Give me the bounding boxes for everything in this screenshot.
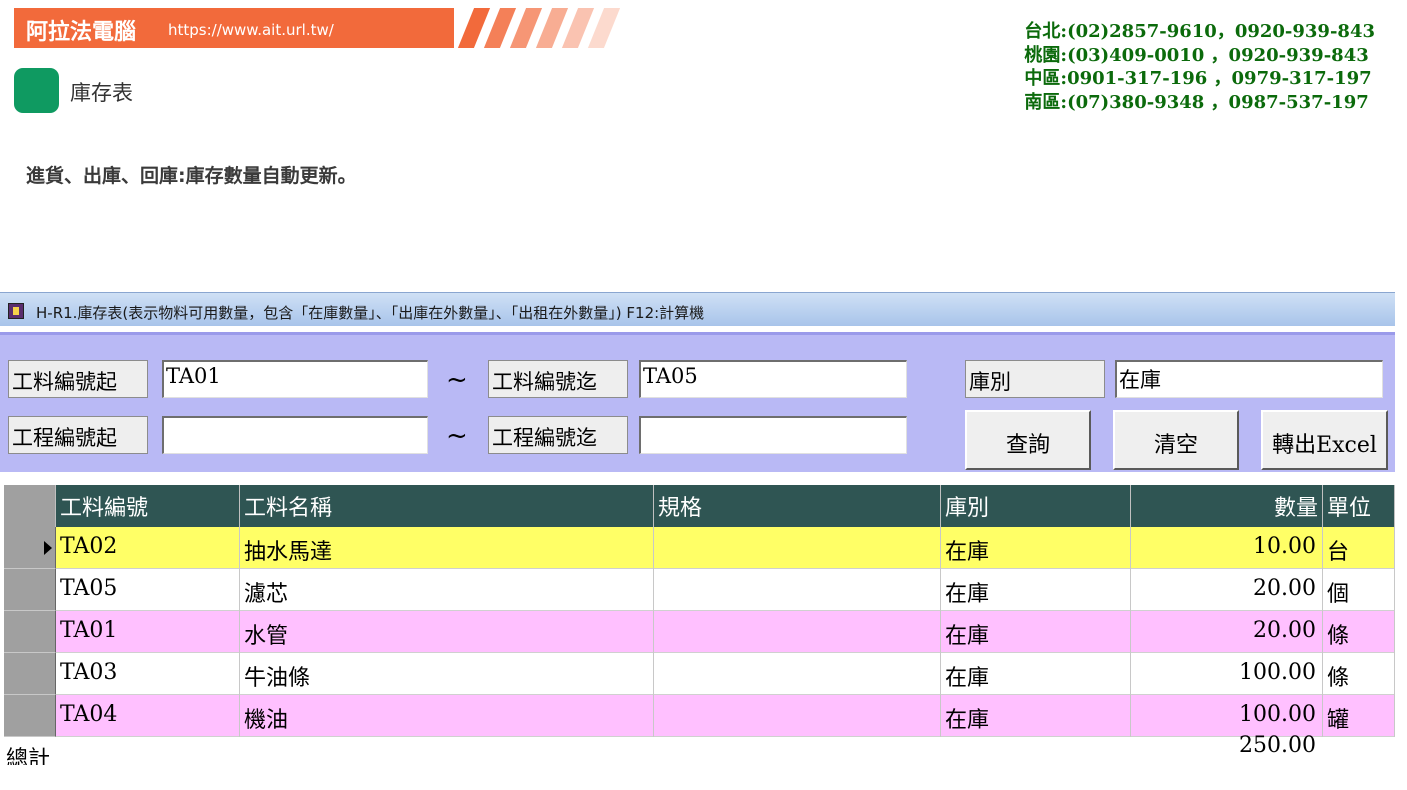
cell-warehouse[interactable]: 在庫 (941, 695, 1131, 737)
column-header-unit[interactable]: 單位 (1323, 485, 1395, 527)
cell-warehouse[interactable]: 在庫 (941, 611, 1131, 653)
cell-unit[interactable]: 台 (1323, 527, 1395, 569)
cell-name[interactable]: 抽水馬達 (240, 527, 654, 569)
project-to-input[interactable] (639, 416, 907, 454)
clear-button[interactable]: 清空 (1113, 410, 1239, 470)
row-selector[interactable] (4, 695, 56, 737)
range-tilde: ~ (446, 421, 468, 451)
page-title: 庫存表 (70, 81, 133, 105)
cell-name[interactable]: 機油 (240, 695, 654, 737)
column-header-qty[interactable]: 數量 (1131, 485, 1323, 527)
cell-name[interactable]: 水管 (240, 611, 654, 653)
page-title-icon (14, 68, 59, 113)
contact-south: 南區:(07)380-9348 ，0987-537-197 (1024, 91, 1369, 113)
current-row-arrow-icon (44, 541, 52, 555)
table-row[interactable]: TA04 機油 在庫 100.00 罐 (56, 695, 1395, 737)
cell-qty[interactable]: 20.00 (1131, 611, 1323, 653)
total-label: 總計 (6, 747, 51, 765)
column-header-spec[interactable]: 規格 (654, 485, 941, 527)
cell-warehouse[interactable]: 在庫 (941, 653, 1131, 695)
cell-spec[interactable] (654, 527, 941, 569)
cell-unit[interactable]: 個 (1323, 569, 1395, 611)
query-button[interactable]: 查詢 (965, 410, 1091, 470)
material-to-input[interactable]: TA05 (639, 360, 907, 398)
filter-panel: 工料編號起 TA01 ~ 工料編號迄 TA05 庫別 在庫 工程編號起 ~ 工程… (0, 332, 1395, 472)
table-row[interactable]: TA05 濾芯 在庫 20.00 個 (56, 569, 1395, 611)
grid-corner[interactable] (4, 485, 56, 527)
page-description: 進貨、出庫、回庫:庫存數量自動更新。 (26, 165, 357, 187)
column-header-code[interactable]: 工料編號 (56, 485, 240, 527)
cell-spec[interactable] (654, 611, 941, 653)
range-tilde: ~ (446, 365, 468, 395)
export-excel-button[interactable]: 轉出Excel (1261, 410, 1388, 470)
cell-qty[interactable]: 100.00 (1131, 695, 1323, 737)
project-from-input[interactable] (162, 416, 428, 454)
warehouse-input[interactable]: 在庫 (1115, 360, 1383, 398)
brand-name: 阿拉法電腦 (26, 19, 137, 45)
cell-code[interactable]: TA04 (56, 695, 240, 737)
column-header-name[interactable]: 工料名稱 (240, 485, 654, 527)
cell-name[interactable]: 濾芯 (240, 569, 654, 611)
cell-spec[interactable] (654, 695, 941, 737)
material-from-input[interactable]: TA01 (162, 360, 428, 398)
inventory-window: H-R1.庫存表(表示物料可用數量，包含「在庫數量」、「出庫在外數量」、「出租在… (0, 292, 1395, 782)
contact-taoyuan: 桃園:(03)409-0010 ，0920-939-843 (1024, 44, 1369, 66)
cell-spec[interactable] (654, 569, 941, 611)
cell-name[interactable]: 牛油條 (240, 653, 654, 695)
cell-qty[interactable]: 100.00 (1131, 653, 1323, 695)
column-header-warehouse[interactable]: 庫別 (941, 485, 1131, 527)
window-titlebar: H-R1.庫存表(表示物料可用數量，包含「在庫數量」、「出庫在外數量」、「出租在… (0, 292, 1395, 326)
inventory-grid: 工料編號 工料名稱 規格 庫別 數量 單位 TA02 抽水馬達 在庫 10.00 台 TA… (0, 485, 1395, 782)
material-to-label: 工料編號迄 (488, 360, 628, 398)
material-from-label: 工料編號起 (8, 360, 148, 398)
project-from-label: 工程編號起 (8, 416, 148, 454)
brand-stripe (587, 8, 620, 48)
window-title: H-R1.庫存表(表示物料可用數量，包含「在庫數量」、「出庫在外數量」、「出租在… (36, 304, 705, 322)
cell-unit[interactable]: 條 (1323, 653, 1395, 695)
table-row[interactable]: TA03 牛油條 在庫 100.00 條 (56, 653, 1395, 695)
cell-unit[interactable]: 條 (1323, 611, 1395, 653)
row-selector[interactable] (4, 527, 56, 569)
row-selector[interactable] (4, 569, 56, 611)
cell-warehouse[interactable]: 在庫 (941, 527, 1131, 569)
cell-code[interactable]: TA01 (56, 611, 240, 653)
brand-url[interactable]: https://www.ait.url.tw/ (168, 21, 334, 39)
table-row[interactable]: TA01 水管 在庫 20.00 條 (56, 611, 1395, 653)
cell-code[interactable]: TA02 (56, 527, 240, 569)
cell-warehouse[interactable]: 在庫 (941, 569, 1131, 611)
app-icon[interactable] (8, 303, 24, 319)
cell-code[interactable]: TA05 (56, 569, 240, 611)
cell-spec[interactable] (654, 653, 941, 695)
cell-code[interactable]: TA03 (56, 653, 240, 695)
row-selector[interactable] (4, 653, 56, 695)
contact-central: 中區:0901-317-196 ，0979-317-197 (1024, 68, 1372, 89)
warehouse-label: 庫別 (965, 360, 1105, 398)
cell-qty[interactable]: 20.00 (1131, 569, 1323, 611)
row-selector[interactable] (4, 611, 56, 653)
table-row[interactable]: TA02 抽水馬達 在庫 10.00 台 (56, 527, 1395, 569)
project-to-label: 工程編號迄 (488, 416, 628, 454)
brand-banner: 阿拉法電腦 https://www.ait.url.tw/ (14, 8, 620, 48)
cell-unit[interactable]: 罐 (1323, 695, 1395, 737)
contact-taipei: 台北:(02)2857-9610，0920-939-843 (1024, 21, 1375, 42)
cell-qty[interactable]: 10.00 (1131, 527, 1323, 569)
contact-info: 台北:(02)2857-9610，0920-939-843 桃園:(03)409… (1024, 20, 1375, 114)
total-value: 250.00 (1239, 733, 1316, 758)
